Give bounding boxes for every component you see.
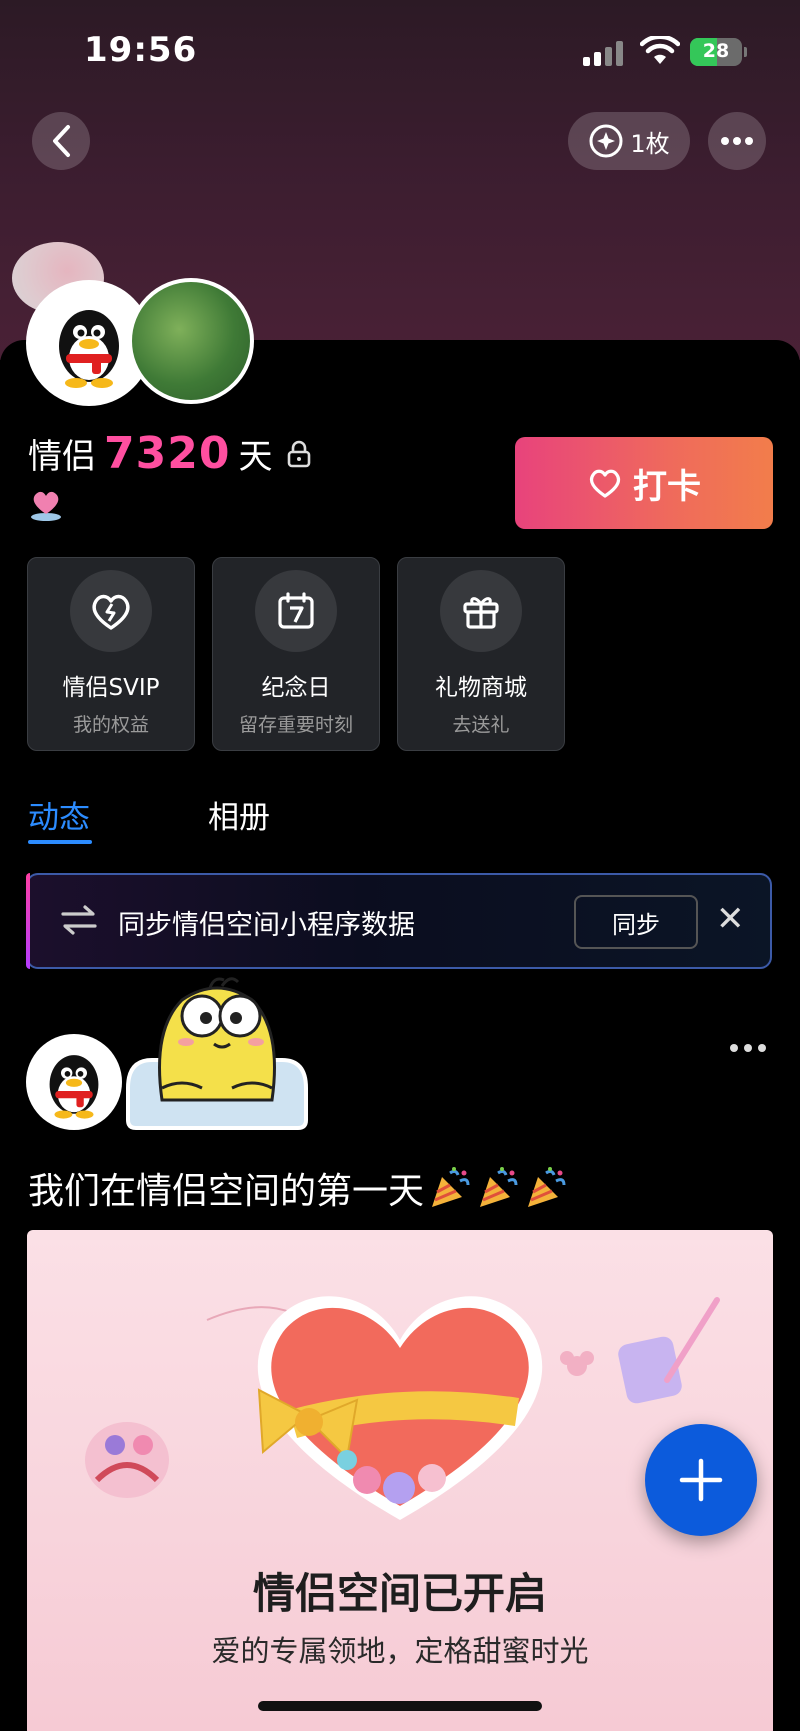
chevron-left-icon — [53, 125, 70, 157]
avatar-partner[interactable] — [128, 278, 254, 404]
card-subtitle: 去送礼 — [452, 714, 510, 736]
add-post-button[interactable] — [645, 1424, 757, 1536]
swap-arrows-icon — [61, 905, 97, 935]
status-bar: 19:56 28 — [0, 0, 800, 100]
post-text: 我们在情侣空间的第一天 — [28, 1171, 425, 1212]
card-icon-wrap — [255, 570, 337, 652]
couple-label: 情侣 — [28, 437, 96, 477]
post-author-avatar[interactable] — [26, 1034, 122, 1130]
card-anniversary[interactable]: 纪念日 留存重要时刻 — [212, 557, 380, 751]
party-popper-icon — [432, 1167, 470, 1207]
more-dots-icon — [721, 137, 753, 145]
home-indicator — [258, 1701, 542, 1711]
active-tab-underline — [28, 840, 92, 844]
sync-banner: 同步情侣空间小程序数据 同步 ✕ — [26, 873, 772, 969]
wifi-icon — [640, 36, 680, 64]
couple-days-line: 情侣 7320 天 — [28, 428, 312, 479]
tab-album[interactable]: 相册 — [208, 792, 270, 837]
card-svip[interactable]: 情侣SVIP 我的权益 — [27, 557, 195, 751]
card-gift-mall[interactable]: 礼物商城 去送礼 — [397, 557, 565, 751]
plus-icon — [679, 1458, 723, 1502]
checkin-button[interactable]: 打卡 — [515, 437, 773, 529]
penguin-avatar-icon — [49, 1055, 99, 1119]
card-icon-wrap — [70, 570, 152, 652]
tab-moments[interactable]: 动态 — [28, 792, 90, 837]
pink-heart-badge-icon — [31, 491, 61, 521]
feed-tabs: 动态 相册 — [0, 782, 800, 844]
back-button[interactable] — [32, 112, 90, 170]
battery-level: 28 — [702, 40, 730, 62]
couple-days-count: 7320 — [104, 428, 231, 479]
more-options-button[interactable] — [708, 112, 766, 170]
card-subtitle: 留存重要时刻 — [238, 714, 353, 736]
coin-balance-button[interactable]: 1枚 — [568, 112, 690, 170]
card-title: 礼物商城 — [435, 675, 527, 701]
days-unit: 天 — [238, 437, 273, 477]
card-icon-wrap — [440, 570, 522, 652]
coin-count: 1枚 — [630, 129, 670, 158]
heart-outline-icon — [589, 469, 621, 498]
banner-subtitle: 爱的专属领地，定格甜蜜时光 — [211, 1634, 589, 1668]
close-icon[interactable]: ✕ — [716, 899, 745, 939]
checkin-label: 打卡 — [633, 466, 701, 507]
cartoon-sticker-icon — [126, 977, 308, 1130]
lock-icon[interactable] — [286, 440, 312, 468]
battery-nub — [744, 47, 747, 57]
gift-icon — [463, 597, 499, 629]
heart-broken-icon — [92, 594, 130, 630]
sync-message: 同步情侣空间小程序数据 — [118, 910, 415, 941]
status-time: 19:56 — [84, 30, 198, 70]
sync-button[interactable]: 同步 — [574, 895, 698, 949]
cellular-signal-icon — [583, 40, 627, 66]
party-popper-icon — [528, 1167, 566, 1207]
post-more-icon[interactable] — [728, 1042, 768, 1054]
card-subtitle: 我的权益 — [72, 714, 149, 736]
banner-title: 情侣空间已开启 — [252, 1569, 547, 1618]
card-title: 纪念日 — [261, 675, 331, 701]
battery-icon: 28 — [690, 38, 742, 66]
card-title: 情侣SVIP — [62, 675, 160, 701]
calendar-7-icon — [278, 592, 314, 629]
party-popper-icon — [480, 1167, 518, 1207]
post-content: 我们在情侣空间的第一天 — [28, 1162, 568, 1214]
coin-badge-icon — [589, 124, 623, 158]
